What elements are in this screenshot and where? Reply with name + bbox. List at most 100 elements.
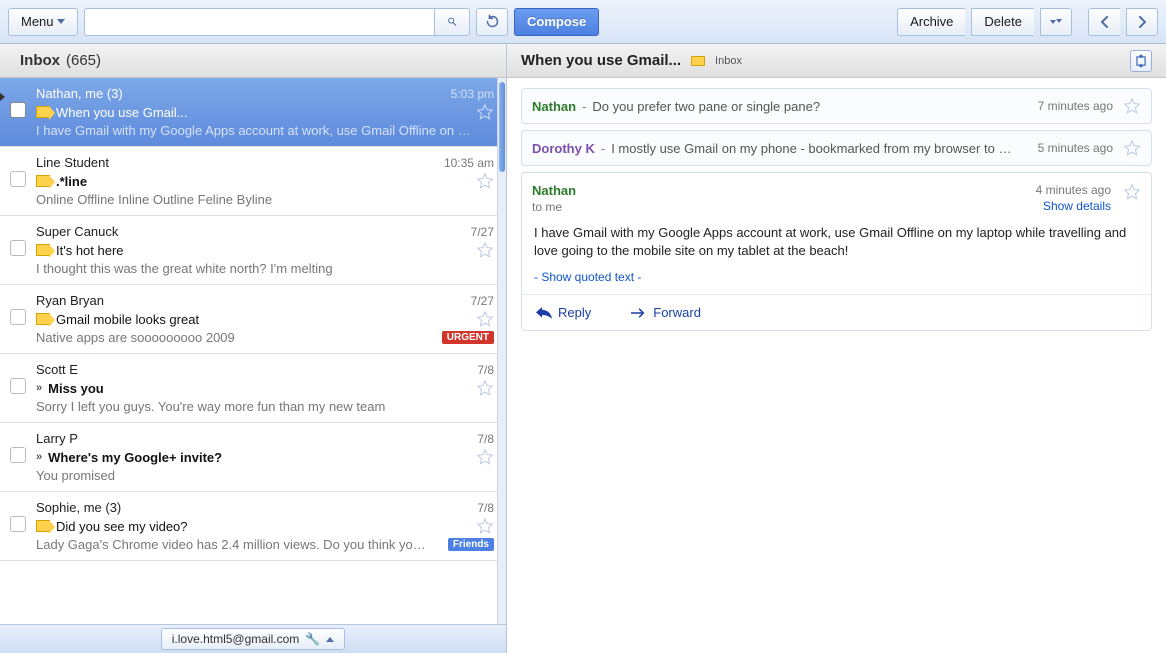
reply-button[interactable]: Reply xyxy=(536,305,591,320)
search-button[interactable] xyxy=(434,8,470,36)
account-footer: i.love.html5@gmail.com 🔧 xyxy=(0,624,506,653)
chevron-left-icon xyxy=(1101,16,1109,28)
star-icon[interactable] xyxy=(476,310,494,328)
chevron-down-icon xyxy=(57,19,65,24)
message-row[interactable]: Line Student 10:35 am .*line Online Offline… xyxy=(0,147,506,216)
more-actions-button[interactable] xyxy=(1040,8,1072,36)
star-icon[interactable] xyxy=(476,379,494,397)
message-sender: Nathan, me (3) xyxy=(36,86,123,101)
search-input[interactable] xyxy=(84,8,434,36)
thread-body: Nathan-Do you prefer two pane or single … xyxy=(507,78,1166,653)
message-sender: Larry P xyxy=(36,431,78,446)
star-icon[interactable] xyxy=(1123,97,1141,115)
forward-icon xyxy=(631,308,647,318)
message-row[interactable]: Scott E7/8»Miss youSorry I left you guys… xyxy=(0,354,506,423)
message-sender: Line Student xyxy=(36,155,109,170)
thread-header: When you use Gmail... Inbox xyxy=(507,44,1166,78)
message-snippet: You promised xyxy=(36,468,115,483)
reply-label: Reply xyxy=(558,305,591,320)
message-subject: Gmail mobile looks great xyxy=(56,312,199,327)
message-time: 10:35 am xyxy=(436,156,494,170)
chevron-right-icon xyxy=(1138,16,1146,28)
message-sender: Sophie, me (3) xyxy=(36,500,121,515)
compose-button[interactable]: Compose xyxy=(514,8,599,36)
message-checkbox[interactable] xyxy=(10,171,26,187)
star-icon[interactable] xyxy=(476,172,494,190)
message-subject: Where's my Google+ invite? xyxy=(48,450,222,465)
message-list-pane: Inbox (665) Nathan, me (3)5:03 pmWhen yo… xyxy=(0,44,507,653)
label-badge: URGENT xyxy=(442,331,494,344)
message-snippet: I have Gmail with my Google Apps account… xyxy=(36,123,471,138)
collapsed-time: 5 minutes ago xyxy=(1028,141,1117,155)
star-icon[interactable] xyxy=(476,517,494,535)
reply-icon xyxy=(536,307,552,319)
delete-button[interactable]: Delete xyxy=(971,8,1034,36)
collapsed-message[interactable]: Dorothy K-I mostly use Gmail on my phone… xyxy=(521,130,1152,166)
message-list[interactable]: Nathan, me (3)5:03 pmWhen you use Gmail.… xyxy=(0,78,506,624)
message-snippet: Online Offline Inline Outline Feline Byl… xyxy=(36,192,272,207)
message-subject: Did you see my video? xyxy=(56,519,188,534)
scrollbar-thumb[interactable] xyxy=(499,82,505,172)
message-time: 7/8 xyxy=(469,501,494,515)
show-details-link[interactable]: Show details xyxy=(1036,199,1111,213)
expanded-recipient: to me xyxy=(532,200,1028,214)
collapsed-message[interactable]: Nathan-Do you prefer two pane or single … xyxy=(521,88,1152,124)
collapsed-sender: Nathan xyxy=(532,99,576,114)
message-snippet: I thought this was the great white north… xyxy=(36,261,333,276)
star-icon[interactable] xyxy=(476,241,494,259)
archive-button[interactable]: Archive xyxy=(897,8,965,36)
account-switcher[interactable]: i.love.html5@gmail.com 🔧 xyxy=(161,628,346,650)
selection-arrow-icon xyxy=(0,92,5,102)
star-icon[interactable] xyxy=(1123,139,1141,157)
label-badge: Friends xyxy=(448,538,494,551)
folder-name: Inbox xyxy=(715,55,742,67)
star-icon[interactable] xyxy=(476,103,494,121)
show-quoted-link[interactable]: - Show quoted text - xyxy=(522,270,1151,294)
message-body: I have Gmail with my Google Apps account… xyxy=(522,218,1151,270)
message-row[interactable]: Super Canuck7/27It's hot hereI thought t… xyxy=(0,216,506,285)
inbox-label: Inbox xyxy=(20,52,60,69)
message-row[interactable]: Nathan, me (3)5:03 pmWhen you use Gmail.… xyxy=(0,78,506,147)
message-time: 7/27 xyxy=(463,294,494,308)
message-row[interactable]: Larry P 7/8 » Where's my Google+ invite? You… xyxy=(0,423,506,492)
refresh-icon xyxy=(485,14,500,29)
menu-button[interactable]: Menu xyxy=(8,8,78,36)
importance-marker-icon xyxy=(36,244,50,256)
message-checkbox[interactable] xyxy=(10,240,26,256)
message-row[interactable]: Ryan Bryan 7/27 Gmail mobile looks great Na… xyxy=(0,285,506,354)
message-time: 7/8 xyxy=(469,432,494,446)
top-toolbar: Menu Compose Archive Delete xyxy=(0,0,1166,44)
next-button[interactable] xyxy=(1126,8,1158,36)
message-sender: Ryan Bryan xyxy=(36,293,104,308)
refresh-button[interactable] xyxy=(476,8,508,36)
importance-marker-icon xyxy=(36,175,50,187)
collapsed-snippet: Do you prefer two pane or single pane? xyxy=(592,99,1021,114)
star-icon[interactable] xyxy=(476,448,494,466)
message-checkbox[interactable] xyxy=(10,309,26,325)
thread-title: When you use Gmail... xyxy=(521,52,681,69)
message-row[interactable]: Sophie, me (3)7/8Did you see my video?La… xyxy=(0,492,506,561)
importance-marker-icon xyxy=(36,313,50,325)
reading-pane: When you use Gmail... Inbox Nathan-Do yo… xyxy=(507,44,1166,653)
message-checkbox[interactable] xyxy=(10,378,26,394)
star-icon[interactable] xyxy=(1123,183,1141,201)
chevrons-icon: » xyxy=(36,451,42,463)
scrollbar[interactable] xyxy=(497,78,506,624)
message-subject: .*line xyxy=(56,174,87,189)
importance-marker-icon xyxy=(36,106,50,118)
message-sender: Super Canuck xyxy=(36,224,118,239)
chevron-up-icon xyxy=(326,637,334,642)
message-subject: It's hot here xyxy=(56,243,124,258)
message-checkbox[interactable] xyxy=(10,102,26,118)
prev-button[interactable] xyxy=(1088,8,1120,36)
message-checkbox[interactable] xyxy=(10,516,26,532)
chevron-down-icon-2 xyxy=(1056,19,1062,23)
collapsed-snippet: I mostly use Gmail on my phone - bookmar… xyxy=(611,141,1021,156)
expanded-time: 4 minutes ago xyxy=(1036,183,1111,197)
message-checkbox[interactable] xyxy=(10,447,26,463)
message-snippet: Native apps are sooooooooo 2009 xyxy=(36,330,235,345)
expand-all-button[interactable] xyxy=(1130,50,1152,72)
forward-button[interactable]: Forward xyxy=(631,305,701,320)
menu-label: Menu xyxy=(21,14,54,29)
inbox-header[interactable]: Inbox (665) xyxy=(0,44,506,78)
